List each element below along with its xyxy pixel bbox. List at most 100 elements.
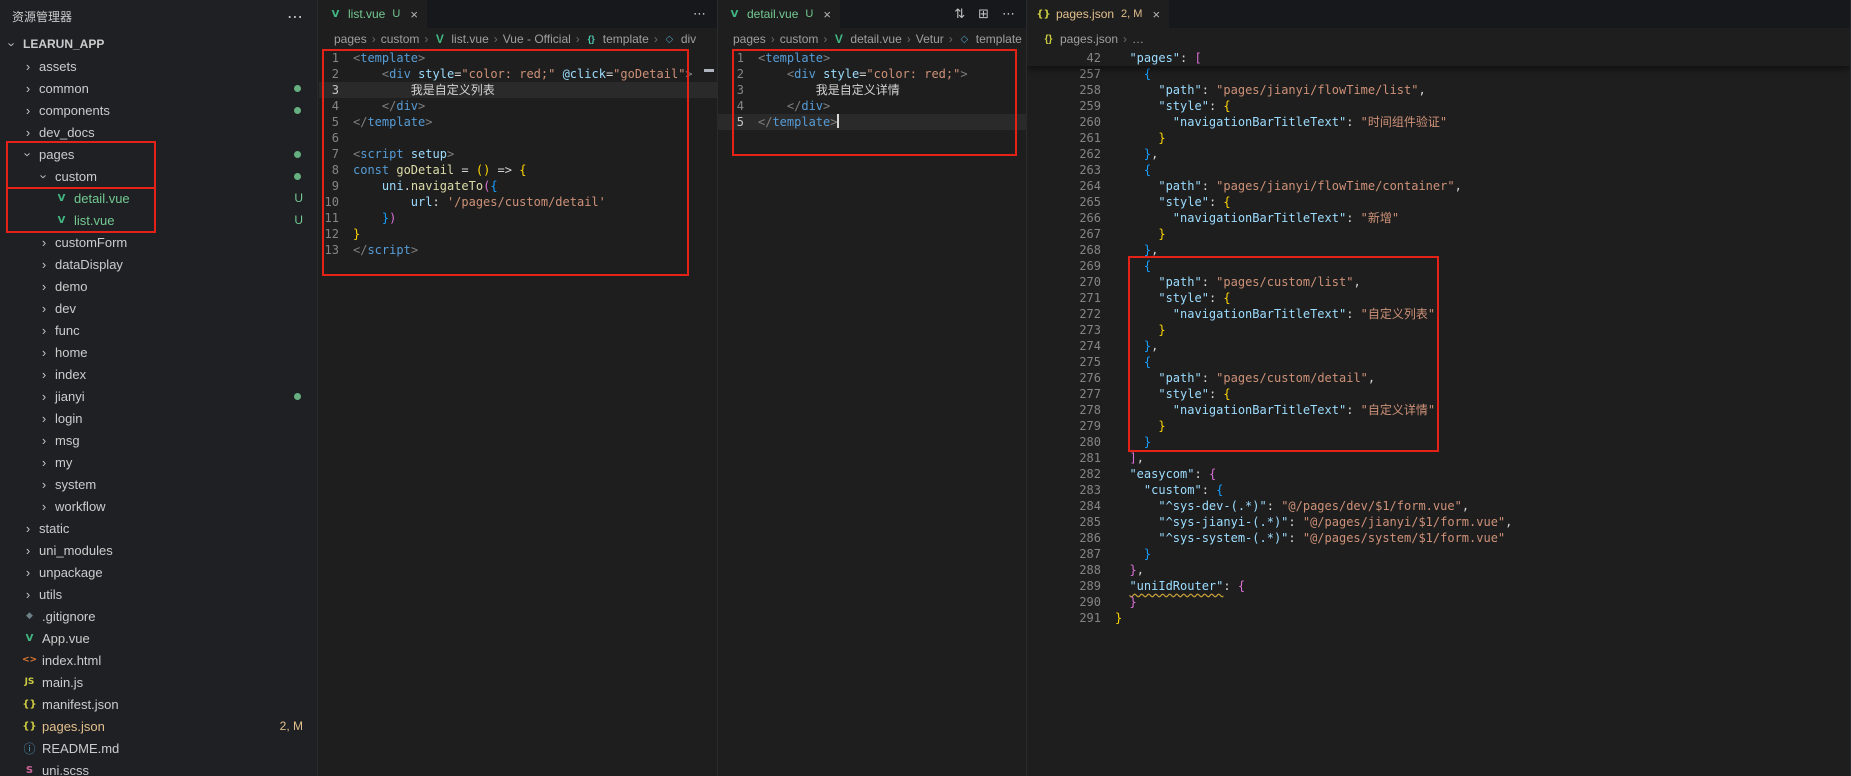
- tree-folder-index[interactable]: ›index: [0, 363, 317, 385]
- code-line[interactable]: 7<script setup>: [319, 146, 717, 162]
- close-icon[interactable]: ×: [410, 7, 418, 22]
- code-line[interactable]: 262 },: [1027, 146, 1850, 162]
- code-line[interactable]: 266 "navigationBarTitleText": "新增": [1027, 210, 1850, 226]
- tab-pages.json[interactable]: {}pages.json2, M×: [1027, 0, 1170, 28]
- code-line[interactable]: 11 }): [319, 210, 717, 226]
- code-line[interactable]: 261 }: [1027, 130, 1850, 146]
- code-line[interactable]: 284 "^sys-dev-(.*)": "@/pages/dev/$1/for…: [1027, 498, 1850, 514]
- code-line[interactable]: 285 "^sys-jianyi-(.*)": "@/pages/jianyi/…: [1027, 514, 1850, 530]
- code-line[interactable]: 5</template>: [718, 114, 1026, 130]
- code-line[interactable]: 288 },: [1027, 562, 1850, 578]
- code-line[interactable]: 258 "path": "pages/jianyi/flowTime/list"…: [1027, 82, 1850, 98]
- tree-folder-workflow[interactable]: ›workflow: [0, 495, 317, 517]
- tree-folder-custom[interactable]: ›custom: [0, 165, 317, 187]
- tree-file-pages.json[interactable]: {}pages.json2, M: [0, 715, 317, 737]
- tree-file-main.js[interactable]: JSmain.js: [0, 671, 317, 693]
- code-line[interactable]: 291}: [1027, 610, 1850, 626]
- code-line[interactable]: 286 "^sys-system-(.*)": "@/pages/system/…: [1027, 530, 1850, 546]
- breadcrumb-item[interactable]: div: [681, 32, 696, 46]
- code-line[interactable]: 10 url: '/pages/custom/detail': [319, 194, 717, 210]
- code-line[interactable]: 265 "style": {: [1027, 194, 1850, 210]
- tree-folder-dev[interactable]: ›dev: [0, 297, 317, 319]
- breadcrumb-item[interactable]: pages.json: [1060, 32, 1118, 46]
- tree-folder-static[interactable]: ›static: [0, 517, 317, 539]
- code-line[interactable]: 287 }: [1027, 546, 1850, 562]
- more-actions-icon[interactable]: ⋯: [1002, 6, 1015, 22]
- breadcrumb-item[interactable]: pages: [334, 32, 367, 46]
- code-line[interactable]: 8const goDetail = () => {: [319, 162, 717, 178]
- code-line[interactable]: 281 ],: [1027, 450, 1850, 466]
- code-line[interactable]: 259 "style": {: [1027, 98, 1850, 114]
- tree-file-index.html[interactable]: <>index.html: [0, 649, 317, 671]
- tree-folder-system[interactable]: ›system: [0, 473, 317, 495]
- breadcrumb-item[interactable]: …: [1132, 32, 1144, 46]
- code-line[interactable]: 12}: [319, 226, 717, 242]
- code-line[interactable]: 274 },: [1027, 338, 1850, 354]
- code-editor-list[interactable]: 1<template>2 <div style="color: red;" @c…: [319, 50, 717, 776]
- tab-list.vue[interactable]: Vlist.vueU×: [319, 0, 428, 28]
- breadcrumb-item[interactable]: custom: [381, 32, 420, 46]
- tree-folder-msg[interactable]: ›msg: [0, 429, 317, 451]
- code-line[interactable]: 268 },: [1027, 242, 1850, 258]
- tree-folder-customform[interactable]: ›customForm: [0, 231, 317, 253]
- code-line[interactable]: 282 "easycom": {: [1027, 466, 1850, 482]
- code-line[interactable]: 1<template>: [319, 50, 717, 66]
- breadcrumb-item[interactable]: detail.vue: [850, 32, 901, 46]
- code-line[interactable]: 5</template>: [319, 114, 717, 130]
- tree-file-uni.scss[interactable]: Suni.scss: [0, 759, 317, 776]
- code-line[interactable]: 3 我是自定义详情: [718, 82, 1026, 98]
- tree-folder-home[interactable]: ›home: [0, 341, 317, 363]
- tree-folder-utils[interactable]: ›utils: [0, 583, 317, 605]
- code-editor-pagesjson[interactable]: 42 "pages": [257 {258 "path": "pages/jia…: [1027, 50, 1850, 776]
- tree-folder-my[interactable]: ›my: [0, 451, 317, 473]
- split-editor-icon[interactable]: ⊞: [978, 6, 989, 22]
- breadcrumb-item[interactable]: template: [603, 32, 649, 46]
- code-line[interactable]: 2 <div style="color: red;" @click="goDet…: [319, 66, 717, 82]
- tree-file-manifest.json[interactable]: {}manifest.json: [0, 693, 317, 715]
- code-line[interactable]: 290 }: [1027, 594, 1850, 610]
- more-actions-icon[interactable]: ⋯: [287, 7, 303, 27]
- tree-file-readme.md[interactable]: ⓘREADME.md: [0, 737, 317, 759]
- tree-file-list.vue[interactable]: Vlist.vueU: [0, 209, 317, 231]
- close-icon[interactable]: ×: [1152, 7, 1160, 22]
- tree-folder-func[interactable]: ›func: [0, 319, 317, 341]
- tree-folder-pages[interactable]: ›pages: [0, 143, 317, 165]
- code-line[interactable]: 289 "uniIdRouter": {: [1027, 578, 1850, 594]
- code-line[interactable]: 269 {: [1027, 258, 1850, 274]
- tree-file-.gitignore[interactable]: ◆.gitignore: [0, 605, 317, 627]
- close-icon[interactable]: ×: [823, 7, 831, 22]
- sticky-scroll-line[interactable]: 42 "pages": [: [1027, 50, 1850, 66]
- breadcrumb-item[interactable]: template: [976, 32, 1022, 46]
- tree-file-app.vue[interactable]: VApp.vue: [0, 627, 317, 649]
- code-line[interactable]: 267 }: [1027, 226, 1850, 242]
- tree-folder-login[interactable]: ›login: [0, 407, 317, 429]
- breadcrumb-item[interactable]: pages: [733, 32, 766, 46]
- tree-folder-unpackage[interactable]: ›unpackage: [0, 561, 317, 583]
- tree-folder-dev_docs[interactable]: ›dev_docs: [0, 121, 317, 143]
- tree-folder-assets[interactable]: ›assets: [0, 55, 317, 77]
- breadcrumb-item[interactable]: list.vue: [451, 32, 488, 46]
- open-changes-icon[interactable]: ⇅: [954, 6, 965, 22]
- tree-folder-jianyi[interactable]: ›jianyi: [0, 385, 317, 407]
- code-line[interactable]: 1<template>: [718, 50, 1026, 66]
- code-line[interactable]: 6: [319, 130, 717, 146]
- code-line[interactable]: 279 }: [1027, 418, 1850, 434]
- code-line[interactable]: 280 }: [1027, 434, 1850, 450]
- tree-root-learun-app[interactable]: › LEARUN_APP: [0, 33, 317, 55]
- tree-file-detail.vue[interactable]: Vdetail.vueU: [0, 187, 317, 209]
- breadcrumb-item[interactable]: Vue - Official: [503, 32, 571, 46]
- more-actions-icon[interactable]: ⋯: [693, 6, 706, 22]
- code-line[interactable]: 257 {: [1027, 66, 1850, 82]
- tree-folder-datadisplay[interactable]: ›dataDisplay: [0, 253, 317, 275]
- breadcrumb-item[interactable]: custom: [780, 32, 819, 46]
- tree-folder-common[interactable]: ›common: [0, 77, 317, 99]
- code-line[interactable]: 283 "custom": {: [1027, 482, 1850, 498]
- code-editor-detail[interactable]: 1<template>2 <div style="color: red;">3 …: [718, 50, 1026, 776]
- code-line[interactable]: 9 uni.navigateTo({: [319, 178, 717, 194]
- code-line[interactable]: 3 我是自定义列表: [319, 82, 717, 98]
- code-line[interactable]: 4 </div>: [319, 98, 717, 114]
- tree-folder-components[interactable]: ›components: [0, 99, 317, 121]
- code-line[interactable]: 270 "path": "pages/custom/list",: [1027, 274, 1850, 290]
- code-line[interactable]: 4 </div>: [718, 98, 1026, 114]
- code-line[interactable]: 272 "navigationBarTitleText": "自定义列表": [1027, 306, 1850, 322]
